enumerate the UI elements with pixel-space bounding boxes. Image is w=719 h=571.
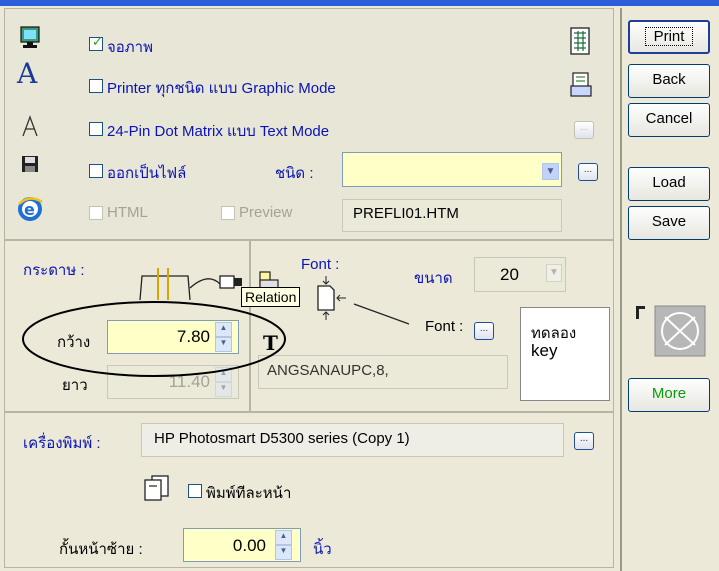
type-label: ชนิด : [275, 165, 314, 182]
per-page-checkbox[interactable] [188, 484, 202, 498]
outline-font-icon [22, 115, 38, 137]
back-button[interactable]: Back [628, 64, 710, 98]
file-type-select[interactable] [342, 152, 562, 187]
page-relation-icon [317, 276, 410, 325]
save-button[interactable]: Save [628, 206, 710, 240]
load-button[interactable]: Load [628, 167, 710, 201]
printer-browse-button[interactable]: ... [574, 432, 594, 450]
size-chevron-down-icon[interactable]: ▼ [546, 264, 562, 282]
printer-graphic-checkbox[interactable] [89, 79, 103, 93]
printer-graphic-label: Printer ทุกชนิด แบบ Graphic Mode [107, 80, 336, 97]
font-a-icon: A [17, 57, 38, 90]
print-button[interactable]: Print [628, 20, 710, 54]
title-bar-edge [0, 0, 719, 6]
html-label: HTML [107, 204, 148, 221]
highlight-ellipse [22, 301, 286, 377]
font-name-field: ANGSANAUPC,8, [258, 355, 508, 389]
sample-text-line2: key [531, 341, 558, 360]
paper-title: กระดาษ : [23, 262, 85, 279]
screen-checkbox[interactable]: ✓ [89, 35, 103, 51]
dot-matrix-options-button[interactable]: ... [574, 121, 594, 139]
file-checkbox[interactable] [89, 164, 103, 178]
svg-text:e: e [24, 200, 35, 219]
paper-feed-icon [139, 268, 242, 301]
dot-matrix-checkbox[interactable] [89, 122, 103, 136]
left-margin-label: กั้นหน้าซ้าย : [59, 541, 143, 558]
preview-checkbox[interactable] [221, 206, 235, 220]
per-page-label: พิมพ์ทีละหน้า [206, 485, 292, 502]
dot-matrix-label: 24-Pin Dot Matrix แบบ Text Mode [107, 123, 330, 140]
printer-label: เครื่องพิมพ์ : [23, 435, 101, 452]
floppy-disk-icon [22, 156, 38, 172]
more-button[interactable]: More [628, 378, 710, 412]
file-browse-button[interactable]: ... [578, 163, 598, 181]
file-label: ออกเป็นไฟล์ [107, 165, 187, 182]
monitor-icon [20, 26, 40, 48]
html-checkbox[interactable] [89, 206, 103, 220]
length-down-icon[interactable]: ▼ [215, 382, 232, 397]
cancel-button[interactable]: Cancel [628, 103, 710, 137]
filename-field[interactable]: PREFLI01.HTM [342, 199, 562, 232]
chevron-down-icon[interactable]: ▼ [542, 163, 559, 180]
margin-unit: นิ้ว [313, 541, 332, 558]
document-grid-icon[interactable] [570, 27, 590, 55]
font-browse-button[interactable]: ... [474, 322, 494, 340]
print-setup-icon[interactable] [570, 72, 592, 98]
print-button-label: Print [644, 27, 694, 46]
font-button-label: Font : [425, 318, 464, 335]
font-sample-box: ทดลอง key [520, 307, 610, 401]
pages-icon [144, 475, 169, 501]
margin-up-icon[interactable]: ▲ [275, 530, 292, 545]
margin-down-icon[interactable]: ▼ [275, 545, 292, 560]
orientation-icon [636, 305, 706, 357]
screen-label: จอภาพ [107, 39, 153, 56]
font-title: Font : [301, 256, 340, 273]
internet-explorer-icon: e [18, 197, 43, 221]
check-icon: ✓ [92, 35, 103, 50]
preview-label: Preview [239, 204, 293, 221]
printer-name-field: HP Photosmart D5300 series (Copy 1) [141, 423, 564, 457]
